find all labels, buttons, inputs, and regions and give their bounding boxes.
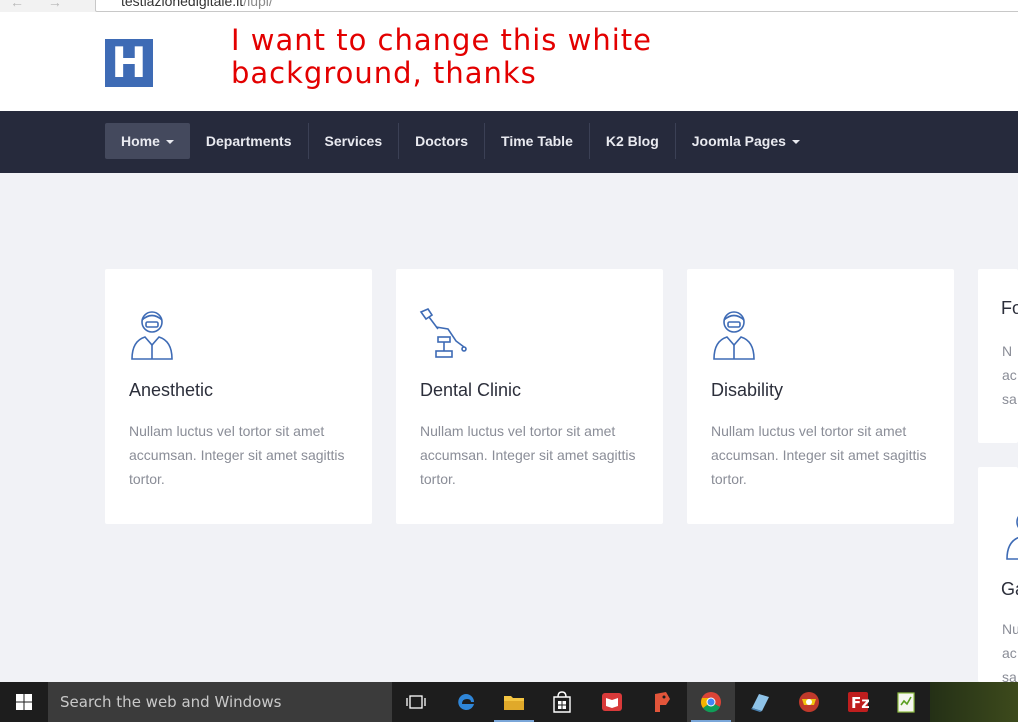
url-text: testiazionedigitale.it/iupi/ [121,0,273,9]
site-header: H I want to change this white background… [0,12,1018,111]
edge-icon[interactable] [442,682,490,722]
search-placeholder: Search the web and Windows [60,693,282,711]
card-text: Nullam luctus vel tortor sit amet accums… [420,423,636,487]
game-icon[interactable] [785,682,833,722]
start-button[interactable] [0,682,48,722]
card-text: Nullam luctus vel tortor sit amet accums… [711,423,927,487]
file-explorer-icon[interactable] [490,682,538,722]
doctor-icon [1006,516,1018,560]
windows-taskbar: Search the web and Windows Fz [0,682,1018,722]
caret-down-icon [165,140,174,145]
address-bar[interactable]: testiazionedigitale.it/iupi/ [95,0,1018,12]
app-icon[interactable] [638,682,686,722]
notepadplusplus-icon[interactable] [882,682,930,722]
nav-item-departments[interactable]: Departments [190,123,309,159]
store-icon[interactable] [538,682,586,722]
card-title: Dental Clinic [420,380,522,400]
service-card-disability[interactable]: Disability Nullam luctus vel tortor sit … [687,269,954,524]
service-card-anesthetic[interactable]: Anesthetic Nullam luctus vel tortor sit … [105,269,372,524]
back-forward-icon[interactable]: ← → [10,0,72,10]
chrome-icon[interactable] [687,682,735,722]
nav-item-doctors[interactable]: Doctors [399,123,486,159]
dental-chair-icon [419,308,467,358]
card-title: Fo [1001,298,1018,318]
reader-icon[interactable] [588,682,636,722]
nav-item-joomla-pages[interactable]: Joomla Pages [676,123,816,159]
main-navbar: Home Departments Services Doctors Time T… [0,111,1018,173]
nav-item-home[interactable]: Home [105,123,190,159]
card-text: N ac sa [1002,343,1017,407]
svg-text:Fz: Fz [851,694,869,712]
nav-item-services[interactable]: Services [309,123,400,159]
card-title: Anesthetic [129,380,214,400]
windows-logo-icon [16,694,32,710]
logo[interactable]: H [105,39,153,87]
doctor-icon [713,311,755,360]
card-title: Ga [1001,579,1018,599]
taskbar-search-box[interactable]: Search the web and Windows [48,682,392,722]
taskbar-edge-area [930,682,1018,722]
service-card-partial[interactable]: Fo N ac sa [978,269,1018,443]
card-title: Disability [711,380,784,400]
caret-down-icon [791,140,800,145]
nav-item-k2-blog[interactable]: K2 Blog [590,123,676,159]
service-card-dental-clinic[interactable]: Dental Clinic Nullam luctus vel tortor s… [396,269,663,524]
task-view-icon[interactable] [392,682,440,722]
card-text: Nullam luctus vel tortor sit amet accums… [129,423,345,487]
notepad-icon[interactable] [736,682,784,722]
nav-item-time-table[interactable]: Time Table [485,123,590,159]
service-card-partial[interactable]: Ga Nu ac sa [978,467,1018,682]
nav-menu: Home Departments Services Doctors Time T… [105,123,816,159]
doctor-icon [131,311,173,360]
annotation-text: I want to change this white background, … [231,23,653,90]
filezilla-icon[interactable]: Fz [834,682,882,722]
card-text: Nu ac sa [1002,621,1018,682]
